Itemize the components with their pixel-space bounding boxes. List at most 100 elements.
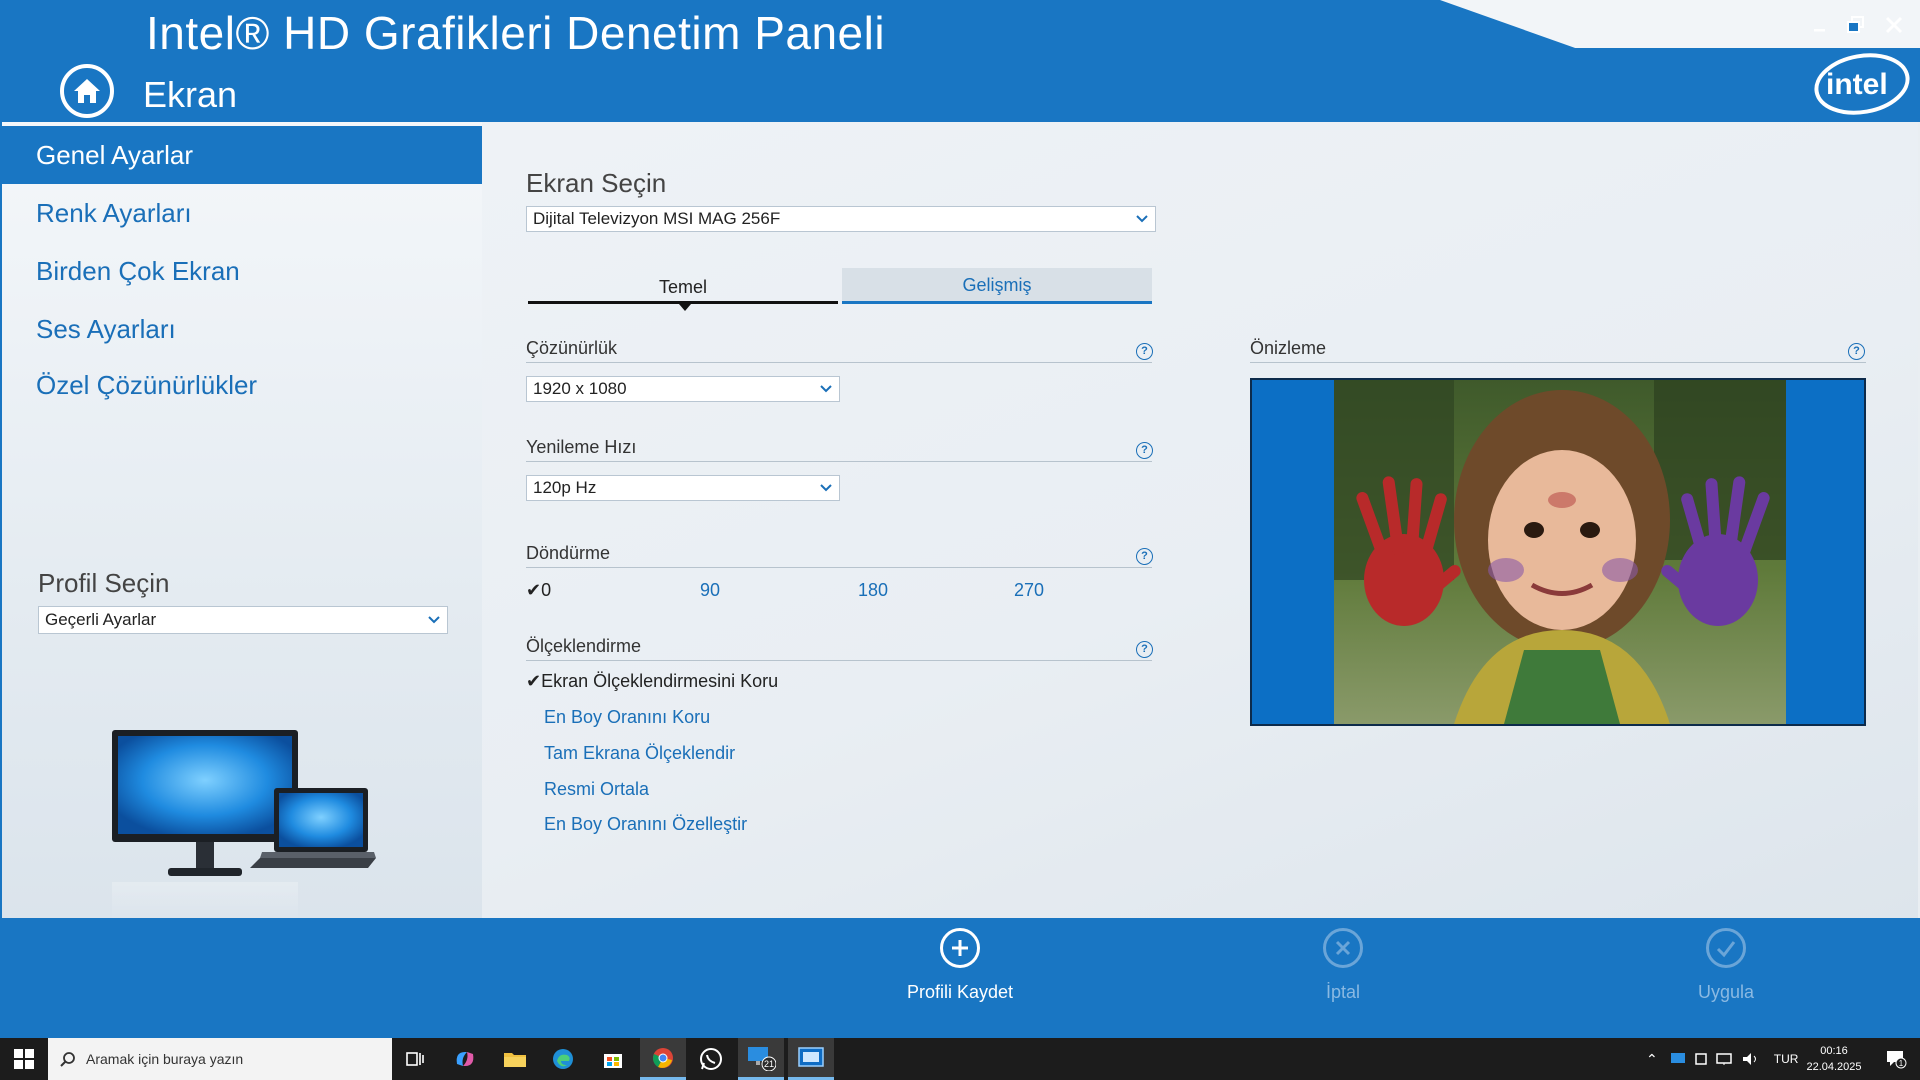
monitor-app-icon: 21 (748, 1046, 776, 1071)
rotation-option-label: 0 (541, 580, 552, 600)
taskbar-search-box[interactable]: Aramak için buraya yazın (48, 1038, 392, 1080)
divider (526, 461, 1152, 462)
apply-label: Uygula (1697, 982, 1755, 1002)
whatsapp-button[interactable] (688, 1038, 734, 1080)
title-bar: Intel® HD Grafikleri Denetim Paneli Ekra… (0, 0, 1920, 122)
chevron-down-icon (820, 484, 832, 492)
task-view-button[interactable] (392, 1038, 438, 1080)
store-icon (604, 1054, 622, 1068)
minimize-button[interactable] (1804, 10, 1836, 40)
restore-button[interactable] (1840, 10, 1872, 40)
main-panel: Ekran Seçin Dijital Televizyon MSI MAG 2… (482, 122, 1918, 918)
preview-label: Önizleme (1250, 338, 1327, 358)
svg-text:intel: intel (1826, 68, 1888, 101)
scaling-option-custom-aspect[interactable]: En Boy Oranını Özelleştir (544, 814, 747, 835)
show-hidden-icons-icon[interactable]: ⌃ (1646, 1051, 1658, 1068)
section-title: Ekran (143, 74, 238, 115)
sidebar-item-custom-resolutions[interactable]: Özel Çözünürlükler (2, 356, 482, 414)
chevron-down-icon (428, 616, 440, 624)
display-select-label: Ekran Seçin (526, 168, 667, 198)
refresh-rate-label: Yenileme Hızı (526, 437, 637, 457)
copilot-button[interactable] (442, 1038, 488, 1080)
chevron-down-icon (1136, 215, 1148, 223)
file-explorer-icon (504, 1053, 526, 1067)
intel-logo: intel (1814, 53, 1910, 115)
profile-select[interactable]: Geçerli Ayarlar (38, 606, 448, 634)
preview-image (1334, 380, 1786, 724)
checkmark-icon: ✔ (526, 580, 542, 600)
rotation-option-90[interactable]: 90 (700, 580, 720, 601)
defender-icon[interactable] (1670, 1052, 1686, 1066)
chrome-icon (653, 1047, 673, 1068)
minimize-icon (1814, 29, 1825, 32)
divider (526, 362, 1152, 363)
sidebar-item-multiple-displays[interactable]: Birden Çok Ekran (2, 242, 482, 300)
save-profile-label: Profili Kaydet (906, 982, 1014, 1002)
file-explorer-button[interactable] (492, 1038, 538, 1080)
network-icon[interactable] (1715, 1052, 1734, 1066)
close-icon (1885, 16, 1903, 34)
checkmark-icon: ✔ (526, 671, 542, 691)
scaling-help-icon[interactable]: ? (1136, 641, 1153, 658)
x-circle-icon (1323, 928, 1363, 968)
resolution-help-icon[interactable]: ? (1136, 343, 1153, 360)
rotation-option-0[interactable]: ✔0 (526, 580, 551, 601)
sidebar: Genel Ayarlar Renk Ayarları Birden Çok E… (0, 122, 482, 922)
battery-icon[interactable] (1694, 1052, 1708, 1066)
refresh-rate-select[interactable]: 120p Hz (526, 475, 840, 501)
resolution-select[interactable]: 1920 x 1080 (526, 376, 840, 402)
edge-button[interactable] (540, 1038, 586, 1080)
intel-graphics-icon (798, 1046, 824, 1067)
resolution-select-value: 1920 x 1080 (533, 379, 627, 398)
sidebar-item-color-settings[interactable]: Renk Ayarları (2, 184, 482, 242)
rotation-help-icon[interactable]: ? (1136, 548, 1153, 565)
scaling-option-center-image[interactable]: Resmi Ortala (544, 779, 649, 800)
system-tray: ⌃ TUR (1646, 1038, 1816, 1080)
save-profile-button[interactable]: Profili Kaydet (860, 918, 1060, 1038)
scaling-option-label: Ekran Ölçeklendirmesini Koru (541, 671, 779, 691)
home-icon (74, 79, 100, 103)
sidebar-item-general-settings[interactable]: Genel Ayarlar (2, 126, 482, 184)
divider (526, 660, 1152, 661)
taskbar: Aramak için buraya yazın 21 ⌃ TUR 00:16 … (0, 1038, 1920, 1080)
sidebar-item-audio-settings[interactable]: Ses Ayarları (2, 300, 482, 358)
chevron-down-icon (820, 385, 832, 393)
intel-graphics-button[interactable] (788, 1038, 834, 1080)
monitor-app-badge: 21 (764, 1059, 774, 1069)
clock-date: 22.04.2025 (1806, 1061, 1862, 1073)
language-indicator[interactable]: TUR (1774, 1052, 1799, 1066)
profile-select-value: Geçerli Ayarlar (45, 610, 157, 629)
refresh-rate-help-icon[interactable]: ? (1136, 442, 1153, 459)
home-button[interactable] (60, 64, 114, 118)
action-bar: Profili Kaydet İptal Uygula (0, 918, 1920, 1038)
restore-icon (1847, 16, 1864, 33)
clock[interactable]: 00:16 22.04.2025 (1806, 1038, 1862, 1080)
rotation-option-180[interactable]: 180 (858, 580, 888, 601)
apply-button[interactable]: Uygula (1626, 918, 1826, 1038)
whatsapp-icon (700, 1048, 722, 1070)
display-select[interactable]: Dijital Televizyon MSI MAG 256F (526, 206, 1156, 232)
monitor-app-button[interactable]: 21 (738, 1038, 784, 1080)
search-placeholder: Aramak için buraya yazın (86, 1051, 244, 1067)
notification-icon: 1 (1887, 1051, 1907, 1069)
chrome-button[interactable] (640, 1038, 686, 1080)
notification-center-button[interactable]: 1 (1876, 1038, 1916, 1080)
close-button[interactable] (1878, 10, 1910, 40)
store-button[interactable] (590, 1038, 636, 1080)
clock-time: 00:16 (1820, 1045, 1848, 1057)
active-tab-caret (679, 304, 691, 311)
scaling-option-maintain-display[interactable]: ✔Ekran Ölçeklendirmesini Koru (526, 671, 778, 692)
preview-help-icon[interactable]: ? (1848, 343, 1865, 360)
tab-advanced[interactable]: Gelişmiş (842, 268, 1152, 304)
plus-circle-icon (940, 928, 980, 968)
tab-basic[interactable]: Temel (528, 270, 838, 304)
rotation-option-270[interactable]: 270 (1014, 580, 1044, 601)
windows-icon (14, 1049, 34, 1069)
cancel-button[interactable]: İptal (1243, 918, 1443, 1038)
scaling-option-full-screen[interactable]: Tam Ekrana Ölçeklendir (544, 743, 735, 764)
volume-icon[interactable] (1742, 1052, 1760, 1066)
scaling-option-maintain-aspect[interactable]: En Boy Oranını Koru (544, 707, 710, 728)
task-view-icon (406, 1052, 424, 1066)
start-button[interactable] (0, 1038, 48, 1080)
app-title: Intel® HD Grafikleri Denetim Paneli (146, 7, 886, 59)
